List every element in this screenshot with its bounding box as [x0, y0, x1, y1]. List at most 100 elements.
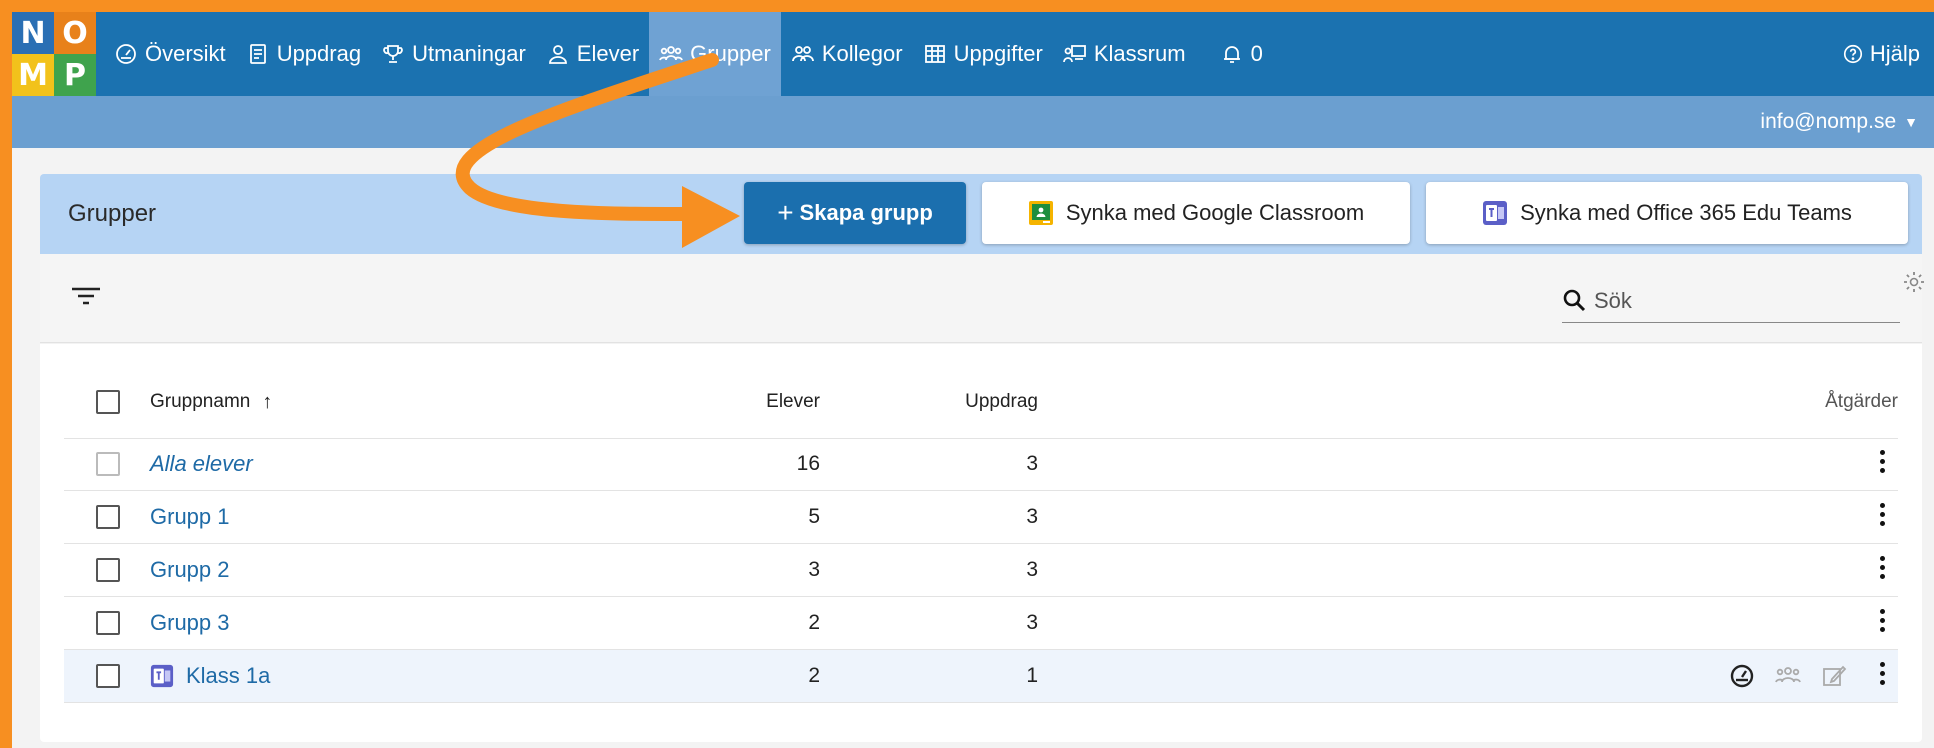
question-icon: [1843, 44, 1862, 64]
nav-item-utmaningar[interactable]: Utmaningar: [371, 12, 536, 96]
table-header-row: Gruppnamn ↑ Elever Uppdrag Åtgärder: [64, 366, 1898, 439]
google-classroom-icon: [1028, 201, 1053, 225]
table-row: Grupp 3 2 3: [64, 597, 1898, 650]
group-name-link[interactable]: Grupp 1: [150, 491, 230, 543]
select-all-checkbox[interactable]: [96, 390, 120, 414]
row-actions: [1728, 662, 1848, 690]
nav-item-label: Elever: [576, 41, 640, 66]
search-icon: [1563, 289, 1586, 312]
table-row: Grupp 1 5 3: [64, 491, 1898, 544]
group-icon: [659, 46, 684, 61]
nav-item-oversikt[interactable]: Översikt: [104, 12, 236, 96]
top-navigation: N O M P Översikt Uppdrag Utmaningar Elev…: [12, 12, 1934, 96]
caret-down-icon: ▼: [1904, 114, 1918, 130]
gauge-icon[interactable]: [1728, 662, 1756, 690]
group-name-link[interactable]: Alla elever: [150, 438, 253, 490]
assignments-count: 3: [1026, 611, 1038, 634]
trophy-icon: [383, 45, 403, 63]
nav-menu: Översikt Uppdrag Utmaningar Elever Grupp…: [104, 12, 1273, 96]
group-name-label: Klass 1a: [186, 663, 271, 688]
row-checkbox[interactable]: [96, 505, 120, 529]
page-title: Grupper: [68, 200, 157, 227]
row-checkbox[interactable]: [96, 452, 120, 476]
students-count: 2: [808, 611, 820, 634]
help-label: Hjälp: [1869, 41, 1920, 66]
students-count: 3: [808, 558, 820, 581]
logo-letter-o: O: [54, 12, 96, 54]
nav-item-label: Kollegor: [821, 41, 903, 66]
row-checkbox[interactable]: [96, 664, 120, 688]
edit-icon[interactable]: [1820, 662, 1848, 690]
nav-item-notifications[interactable]: 0: [1210, 12, 1273, 96]
more-vertical-icon[interactable]: [1878, 556, 1886, 584]
nav-item-elever[interactable]: Elever: [536, 12, 649, 96]
nav-item-label: Utmaningar: [412, 41, 526, 66]
group-name-link[interactable]: Grupp 3: [150, 597, 230, 649]
sync-google-classroom-button[interactable]: Synka med Google Classroom: [982, 182, 1410, 244]
sync-office-teams-button[interactable]: Synka med Office 365 Edu Teams: [1426, 182, 1908, 244]
group-name-link[interactable]: Grupp 2: [150, 544, 230, 596]
groups-card-header: Grupper + Skapa grupp Synka med Google C…: [40, 174, 1922, 254]
logo-letter-m: M: [12, 54, 54, 96]
more-vertical-icon[interactable]: [1878, 609, 1886, 637]
group-icon[interactable]: [1774, 662, 1802, 690]
more-vertical-icon[interactable]: [1878, 450, 1886, 478]
table-row: Alla elever 16 3: [64, 438, 1898, 491]
assignments-count: 1: [1026, 664, 1038, 687]
nav-item-label: Uppgifter: [953, 41, 1043, 66]
app-window: N O M P Översikt Uppdrag Utmaningar Elev…: [12, 12, 1934, 748]
row-checkbox[interactable]: [96, 558, 120, 582]
students-count: 5: [808, 505, 820, 528]
column-header-students[interactable]: Elever: [766, 366, 820, 438]
google-button-label: Synka med Google Classroom: [1065, 200, 1365, 225]
gear-icon[interactable]: [1902, 270, 1926, 294]
column-header-actions: Åtgärder: [1825, 391, 1898, 412]
students-count: 16: [796, 452, 820, 475]
search-box: [1562, 280, 1900, 323]
teams-icon: [1483, 201, 1508, 225]
column-header-name[interactable]: Gruppnamn ↑: [150, 366, 272, 438]
user-bar: info@nomp.se ▼: [12, 96, 1934, 148]
table-row: Grupp 2 3 3: [64, 544, 1898, 597]
logo-letter-p: P: [54, 54, 96, 96]
bell-icon: [1223, 46, 1240, 63]
column-header-name-label: Gruppnamn: [150, 391, 251, 412]
group-name-link[interactable]: Klass 1a: [150, 650, 270, 702]
grid-icon: [924, 45, 945, 63]
user-menu[interactable]: info@nomp.se ▼: [1760, 96, 1918, 148]
nav-item-grupper[interactable]: Grupper: [649, 12, 781, 96]
person-icon: [548, 45, 567, 64]
nomp-logo[interactable]: N O M P: [12, 12, 96, 96]
create-group-button[interactable]: + Skapa grupp: [744, 182, 966, 244]
filter-icon[interactable]: [70, 280, 102, 312]
nav-item-uppdrag[interactable]: Uppdrag: [236, 12, 371, 96]
nav-item-label: Klassrum: [1093, 41, 1186, 66]
column-header-assignments[interactable]: Uppdrag: [965, 366, 1038, 438]
students-count: 2: [808, 664, 820, 687]
assignments-count: 3: [1026, 452, 1038, 475]
groups-table: Gruppnamn ↑ Elever Uppdrag Åtgärder Alla…: [40, 344, 1922, 742]
office-button-label: Synka med Office 365 Edu Teams: [1520, 200, 1852, 225]
table-row: Klass 1a 2 1: [64, 650, 1898, 703]
logo-letter-n: N: [12, 12, 54, 54]
row-checkbox[interactable]: [96, 611, 120, 635]
toolbar-row: [40, 254, 1924, 343]
plus-icon: +: [777, 197, 794, 228]
nav-item-klassrum[interactable]: Klassrum: [1053, 12, 1196, 96]
gauge-icon: [116, 44, 136, 64]
more-vertical-icon[interactable]: [1878, 503, 1886, 531]
nav-item-label: Uppdrag: [276, 41, 362, 66]
help-link[interactable]: Hjälp: [1842, 12, 1920, 96]
nav-item-uppgifter[interactable]: Uppgifter: [913, 12, 1053, 96]
sort-arrow-icon: ↑: [262, 390, 273, 413]
assignments-count: 3: [1026, 558, 1038, 581]
create-group-label: Skapa grupp: [799, 200, 933, 225]
nav-item-kollegor[interactable]: Kollegor: [781, 12, 913, 96]
colleagues-icon: [791, 46, 814, 62]
more-vertical-icon[interactable]: [1878, 662, 1886, 690]
classroom-icon: [1062, 45, 1086, 63]
user-email: info@nomp.se: [1760, 110, 1897, 133]
assignments-count: 3: [1026, 505, 1038, 528]
search-input[interactable]: [1592, 287, 1886, 315]
teams-icon: [150, 664, 174, 688]
